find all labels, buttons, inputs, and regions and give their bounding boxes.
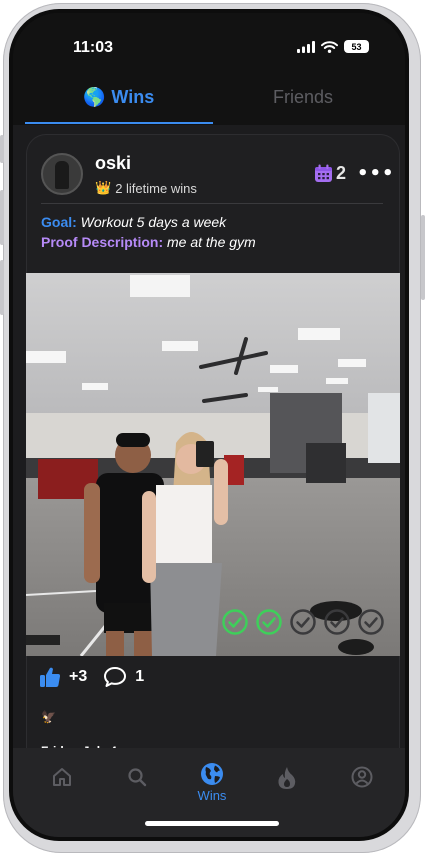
proof-label: Proof Description: bbox=[41, 234, 164, 250]
profile-icon bbox=[351, 766, 373, 788]
battery-indicator: 53 bbox=[344, 40, 369, 53]
goal-text: Workout 5 days a week bbox=[80, 214, 227, 230]
nav-search[interactable] bbox=[115, 766, 159, 788]
power-button bbox=[421, 215, 425, 300]
home-indicator bbox=[145, 821, 279, 826]
check-circle-empty-icon bbox=[324, 609, 350, 635]
comment-button[interactable]: 1 bbox=[103, 666, 144, 688]
avatar[interactable] bbox=[41, 153, 83, 195]
tab-wins[interactable]: 🌎 Wins bbox=[83, 87, 154, 108]
proof-text: me at the gym bbox=[167, 234, 256, 250]
volume-down-button bbox=[0, 260, 4, 315]
signal-icon bbox=[297, 40, 315, 53]
win-post-card: oski 👑 2 lifetime wins 2 ••• Goal: Worko… bbox=[26, 134, 400, 758]
like-count: +3 bbox=[69, 668, 88, 685]
calendar-icon bbox=[315, 164, 332, 182]
wifi-icon bbox=[321, 40, 338, 53]
home-icon bbox=[53, 768, 71, 786]
card-divider bbox=[41, 203, 383, 204]
thumbs-up-icon bbox=[40, 667, 61, 687]
nav-streaks[interactable] bbox=[265, 766, 309, 790]
goal-label: Goal: bbox=[41, 214, 77, 230]
status-time: 11:03 bbox=[73, 39, 114, 56]
comment-count: 1 bbox=[135, 668, 145, 685]
globe-emoji-icon: 🌎 bbox=[83, 87, 106, 107]
nav-wins[interactable]: Wins bbox=[190, 762, 234, 803]
weekly-progress bbox=[222, 609, 384, 635]
status-icons: 53 bbox=[297, 40, 369, 53]
post-username[interactable]: oski bbox=[95, 153, 131, 174]
action-button bbox=[0, 135, 4, 163]
check-circle-icon bbox=[256, 609, 282, 635]
reaction-bar: +3 1 bbox=[39, 666, 144, 688]
goal-line: Goal: Workout 5 days a week bbox=[41, 214, 226, 230]
like-button[interactable]: +3 bbox=[39, 666, 87, 688]
lifetime-wins-text: 2 lifetime wins bbox=[115, 180, 197, 196]
streak-counter[interactable]: 2 bbox=[314, 163, 346, 184]
tab-wins-label: Wins bbox=[111, 87, 155, 107]
tab-friends-label: Friends bbox=[273, 87, 334, 107]
active-tab-indicator bbox=[25, 122, 213, 124]
gym-selfie-image bbox=[26, 273, 400, 656]
eagle-emoji-icon: 🦅 bbox=[41, 710, 56, 724]
bottom-nav: Wins bbox=[13, 748, 405, 837]
status-bar: 11:03 53 bbox=[13, 13, 405, 73]
more-options-button[interactable]: ••• bbox=[357, 163, 395, 184]
lifetime-wins: 👑 2 lifetime wins bbox=[95, 180, 197, 196]
check-circle-empty-icon bbox=[358, 609, 384, 635]
globe-icon bbox=[201, 763, 223, 785]
search-icon bbox=[128, 768, 147, 787]
proof-photo[interactable] bbox=[26, 273, 400, 656]
nav-wins-label: Wins bbox=[197, 788, 227, 803]
volume-up-button bbox=[0, 190, 4, 245]
streak-count: 2 bbox=[336, 163, 347, 183]
comment-bubble-icon bbox=[104, 667, 127, 687]
crown-icon: 👑 bbox=[95, 180, 112, 195]
check-circle-icon bbox=[222, 609, 248, 635]
check-circle-empty-icon bbox=[290, 609, 316, 635]
nav-home[interactable] bbox=[40, 766, 84, 788]
flame-icon bbox=[278, 767, 296, 789]
tab-bar: 🌎 Wins Friends bbox=[13, 73, 405, 125]
proof-line: Proof Description: me at the gym bbox=[41, 234, 256, 250]
app-screen: 11:03 53 🌎 Wins Friends oski 👑 2 lifetim… bbox=[13, 13, 405, 837]
tab-friends[interactable]: Friends bbox=[273, 87, 333, 108]
nav-profile[interactable] bbox=[340, 766, 384, 788]
